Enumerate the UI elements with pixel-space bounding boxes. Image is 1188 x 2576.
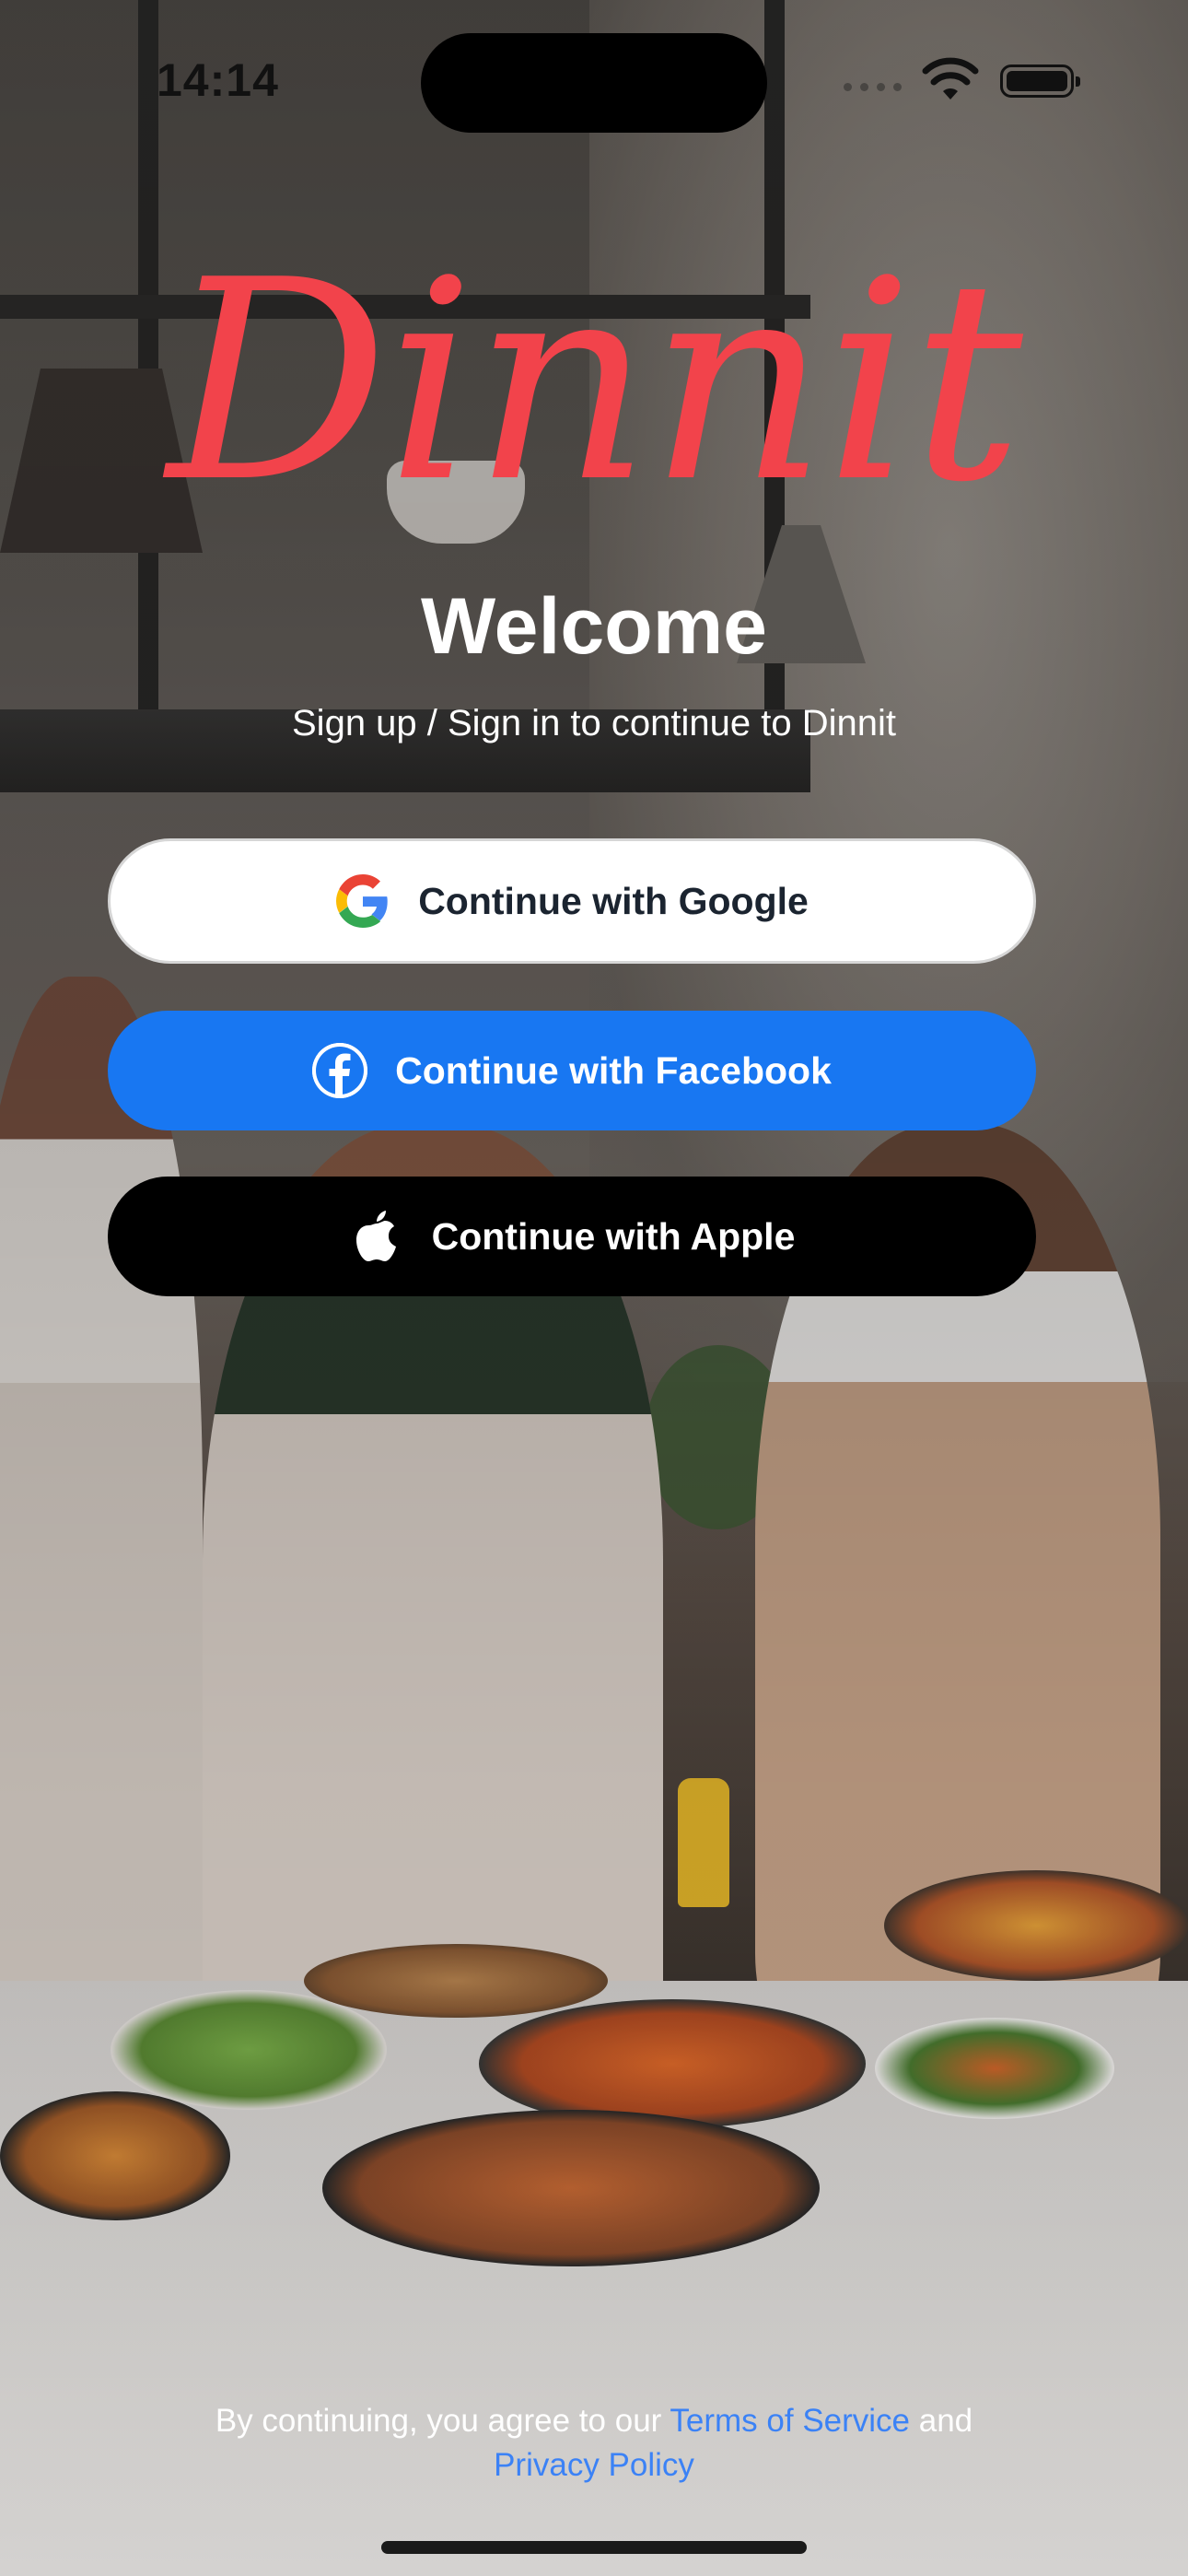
apple-icon [349, 1209, 404, 1264]
app-logo: Dinnit [167, 221, 1022, 543]
home-indicator[interactable] [381, 2541, 807, 2554]
status-time: 14:14 [157, 54, 279, 106]
wifi-icon [922, 57, 979, 100]
google-g-icon [335, 873, 390, 929]
continue-with-google-button[interactable]: Continue with Google [108, 838, 1036, 964]
legal-conjunction: and [910, 2403, 973, 2439]
cellular-signal-icon [844, 83, 902, 91]
continue-with-facebook-button[interactable]: Continue with Facebook [108, 1011, 1036, 1130]
page-title: Welcome [421, 582, 767, 671]
facebook-icon [312, 1043, 368, 1098]
battery-icon [1000, 64, 1080, 98]
terms-of-service-link[interactable]: Terms of Service [670, 2403, 910, 2439]
apple-button-label: Continue with Apple [431, 1214, 796, 1258]
facebook-button-label: Continue with Facebook [395, 1048, 832, 1092]
legal-prefix: By continuing, you agree to our [215, 2403, 670, 2439]
legal-disclaimer: By continuing, you agree to our Terms of… [0, 2399, 1188, 2488]
continue-with-apple-button[interactable]: Continue with Apple [108, 1177, 1036, 1296]
dynamic-island [421, 33, 767, 133]
google-button-label: Continue with Google [418, 879, 809, 922]
privacy-policy-link[interactable]: Privacy Policy [494, 2447, 694, 2483]
page-subtitle: Sign up / Sign in to continue to Dinnit [292, 703, 896, 744]
